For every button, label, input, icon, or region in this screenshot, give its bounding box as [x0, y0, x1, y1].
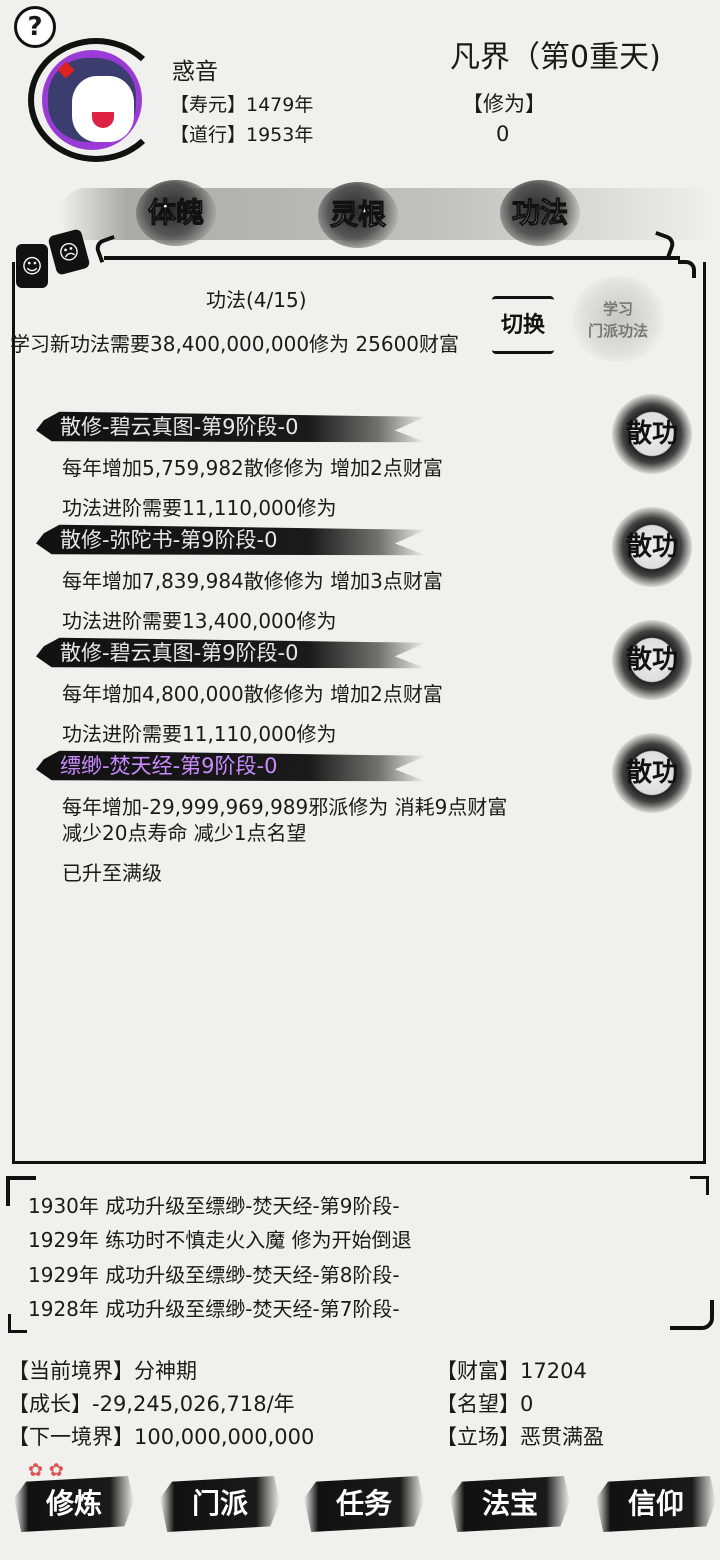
log-corner-decoration — [6, 1176, 36, 1206]
skill-upgrade-requirement: 功法进阶需要13,400,000修为 — [62, 609, 337, 633]
log-corner-decoration — [8, 1314, 27, 1333]
player-name: 惑音 — [172, 59, 218, 85]
log-corner-decoration — [690, 1176, 709, 1195]
help-button[interactable]: ? — [14, 6, 56, 48]
nav-cultivate[interactable]: 修炼 — [14, 1476, 134, 1532]
tab-spirit-root[interactable]: 灵根 — [318, 182, 398, 248]
learn-requirement: 学习新功法需要38,400,000,000修为 25600财富 — [10, 332, 460, 356]
skill-count: 功法(4/15) — [206, 288, 307, 312]
skill-upgrade-requirement: 功法进阶需要11,110,000修为 — [62, 722, 337, 746]
panel-top-border — [104, 256, 680, 274]
nav-sect[interactable]: 门派 — [160, 1476, 280, 1532]
avatar[interactable] — [42, 50, 142, 150]
log-entry: 1928年 成功升级至缥缈-焚天经-第7阶段- — [28, 1297, 400, 1321]
switch-button[interactable]: 切换 — [492, 296, 554, 354]
event-log: 1930年 成功升级至缥缈-焚天经-第9阶段- 1929年 练功时不慎走火入魔 … — [8, 1176, 712, 1332]
skill-effect-extra: 减少20点寿命 减少1点名望 — [62, 821, 307, 845]
learn-sect-skill-button[interactable]: 学习 门派功法 — [570, 276, 666, 362]
dissipate-skill-button[interactable]: 散功 — [612, 394, 692, 474]
skill-effect: 每年增加-29,999,969,989邪派修为 消耗9点财富 — [62, 795, 508, 819]
skill-effect: 每年增加7,839,984散修修为 增加3点财富 — [62, 569, 443, 593]
stance-stat: 【立场】恶贯满盈 — [436, 1425, 604, 1449]
cultivation-value: 0 — [496, 122, 510, 146]
realm-title: 凡界（第0重天) — [450, 40, 661, 75]
skill-effect: 每年增加5,759,982散修修为 增加2点财富 — [62, 456, 443, 480]
scroll-hook-right-inner — [678, 260, 696, 278]
tab-body[interactable]: 体魄 — [136, 180, 216, 246]
skills-panel — [12, 262, 706, 1164]
skill-max-level-note: 已升至满级 — [62, 861, 162, 885]
nav-treasures[interactable]: 法宝 — [450, 1476, 570, 1532]
tab-skills[interactable]: 功法 — [500, 180, 580, 246]
skill-upgrade-requirement: 功法进阶需要11,110,000修为 — [62, 496, 337, 520]
growth-stat: 【成长】-29,245,026,718/年 — [8, 1392, 295, 1416]
log-entry: 1929年 成功升级至缥缈-焚天经-第8阶段- — [28, 1263, 400, 1287]
dissipate-skill-button[interactable]: 散功 — [612, 733, 692, 813]
skill-effect: 每年增加4,800,000散修修为 增加2点财富 — [62, 682, 443, 706]
learn-sect-skill-line2: 门派功法 — [587, 322, 648, 340]
dissipate-skill-button[interactable]: 散功 — [612, 620, 692, 700]
reputation-stat: 【名望】0 — [436, 1392, 534, 1416]
next-realm-stat: 【下一境界】100,000,000,000 — [8, 1425, 315, 1449]
cultivation-label: 【修为】 — [462, 92, 546, 116]
nav-faith[interactable]: 信仰 — [596, 1476, 716, 1532]
flower-decoration: ✿ ✿ — [28, 1460, 64, 1481]
current-realm-stat: 【当前境界】分神期 — [8, 1359, 197, 1383]
dissipate-skill-button[interactable]: 散功 — [612, 507, 692, 587]
nav-tasks[interactable]: 任务 — [304, 1476, 424, 1532]
log-entry: 1930年 成功升级至缥缈-焚天经-第9阶段- — [28, 1194, 400, 1218]
log-corner-decoration — [670, 1300, 714, 1330]
dao-stat: 【道行】1953年 — [170, 124, 314, 146]
lifespan-stat: 【寿元】1479年 — [170, 94, 314, 116]
learn-sect-skill-line1: 学习 — [602, 300, 633, 318]
log-entry: 1929年 练功时不慎走火入魔 修为开始倒退 — [28, 1228, 412, 1252]
wealth-stat: 【财富】17204 — [436, 1359, 587, 1383]
